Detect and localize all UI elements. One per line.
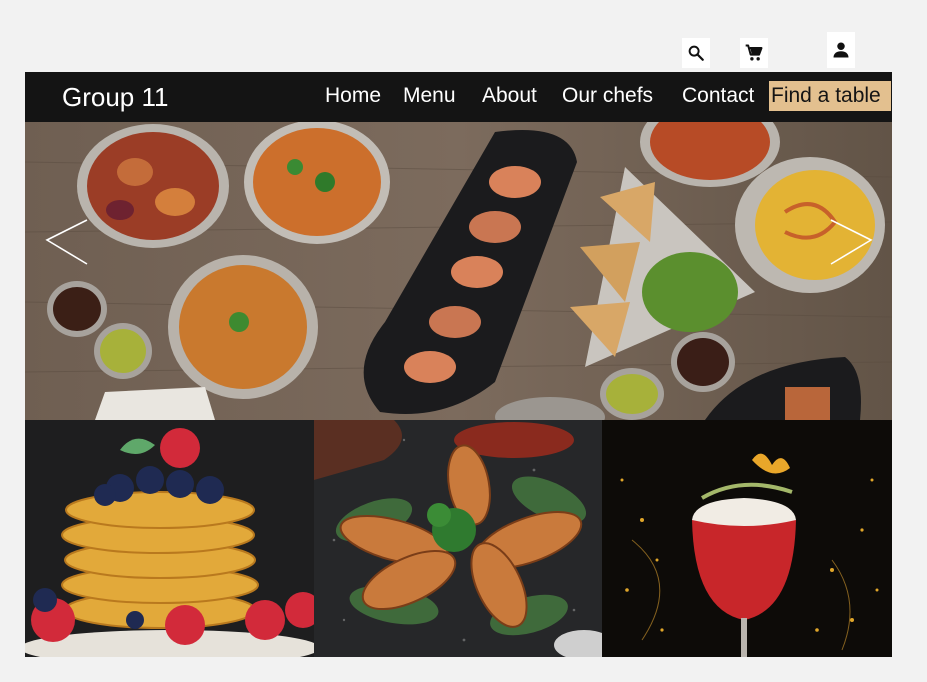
nav-contact[interactable]: Contact <box>682 82 754 110</box>
user-icon <box>833 42 849 58</box>
pancakes-photo <box>25 420 314 657</box>
search-button[interactable] <box>682 38 710 68</box>
cocktail-image[interactable] <box>602 420 892 657</box>
chevron-right-icon <box>830 219 873 265</box>
find-table-button[interactable]: Find a table <box>769 81 891 111</box>
carousel-prev-button[interactable] <box>43 212 93 272</box>
nav-menu[interactable]: Menu <box>403 82 456 110</box>
account-button[interactable] <box>827 32 855 68</box>
chicken-wings-photo <box>314 420 602 657</box>
cocktail-photo <box>602 420 892 657</box>
nav-about[interactable]: About <box>482 82 537 110</box>
search-icon <box>688 45 704 61</box>
hero-carousel <box>25 122 892 420</box>
nav-our-chefs[interactable]: Our chefs <box>562 82 653 110</box>
chevron-left-icon <box>45 219 88 265</box>
nav-home[interactable]: Home <box>325 82 381 110</box>
navbar: Group 11 Home Menu About Our chefs Conta… <box>25 72 892 122</box>
brand-logo[interactable]: Group 11 <box>62 80 168 114</box>
cart-button[interactable] <box>740 38 768 68</box>
cart-icon <box>745 44 763 61</box>
chicken-wings-image[interactable] <box>314 420 602 657</box>
hero-food-image <box>25 122 892 420</box>
pancakes-image[interactable] <box>25 420 314 657</box>
carousel-next-button[interactable] <box>825 212 875 272</box>
